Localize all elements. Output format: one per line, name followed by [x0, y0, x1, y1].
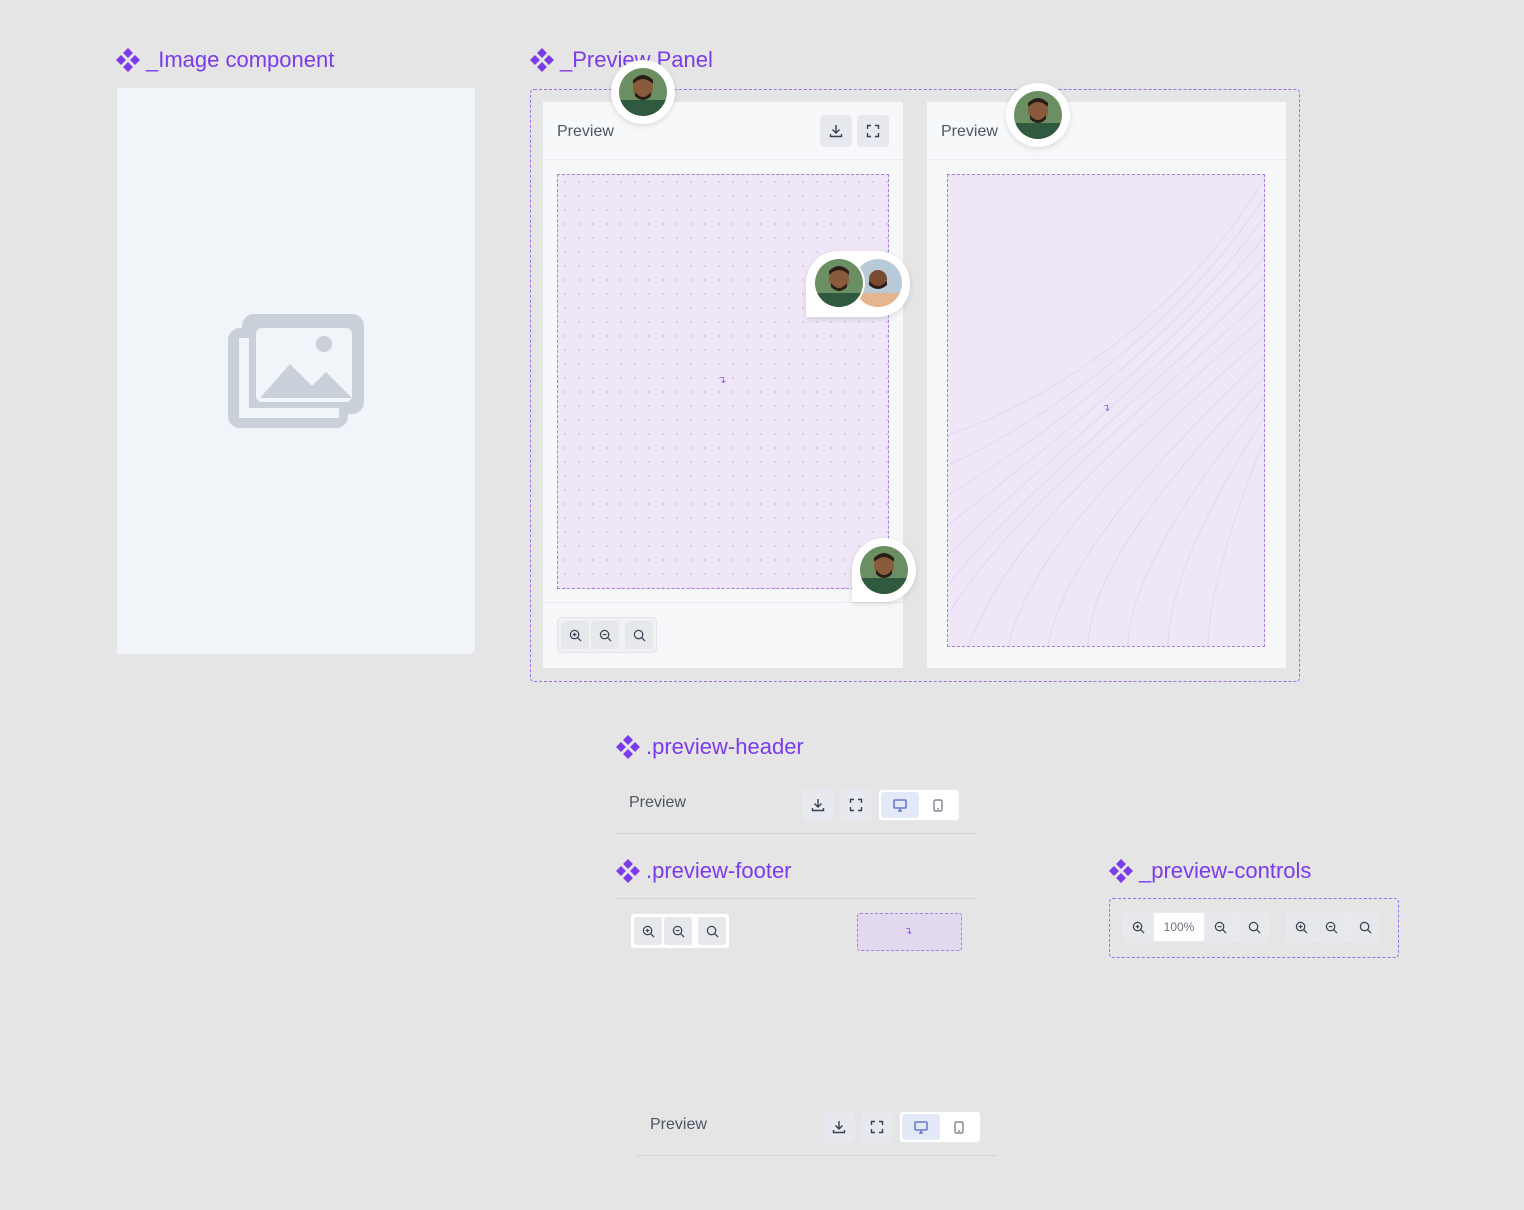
zoom-controls	[557, 617, 657, 653]
zoom-in-button[interactable]	[634, 917, 662, 945]
mobile-icon	[954, 1120, 964, 1134]
preview-header: Preview	[927, 102, 1286, 160]
download-icon	[832, 1121, 846, 1134]
avatar-photos	[813, 257, 902, 309]
image-icon	[228, 314, 364, 428]
download-button[interactable]	[802, 789, 834, 821]
zoom-controls	[630, 913, 730, 949]
preview-footer-component: ↴	[616, 898, 976, 951]
zoom-controls-with-value: 100%	[1123, 912, 1269, 942]
component-icon	[1109, 859, 1133, 883]
preview-label: Preview	[557, 123, 614, 140]
preview-label: Preview	[629, 794, 686, 811]
desktop-icon	[914, 1120, 928, 1134]
avatar-photo	[1014, 91, 1062, 139]
slot-mark: ↴	[904, 926, 913, 937]
zoom-reset-button[interactable]	[1351, 913, 1379, 941]
download-button[interactable]	[820, 115, 852, 147]
zoom-out-button[interactable]	[664, 917, 692, 945]
fullscreen-icon	[849, 798, 863, 812]
collaborator-avatar[interactable]	[611, 60, 675, 124]
zoom-controls	[1286, 912, 1380, 942]
collaborator-avatar[interactable]	[852, 538, 916, 602]
desktop-view-button[interactable]	[902, 1114, 940, 1140]
avatar-photo	[860, 546, 908, 594]
collaborator-avatar-group[interactable]	[806, 251, 910, 317]
zoom-reset-button[interactable]	[1240, 913, 1268, 941]
preview-label: Preview	[941, 123, 998, 140]
zoom-out-icon	[599, 629, 611, 641]
zoom-in-icon	[642, 925, 654, 937]
download-icon	[829, 125, 843, 138]
preview-canvas[interactable]: ↴	[947, 174, 1265, 647]
preview-header-component: Preview	[616, 788, 976, 834]
zoom-out-button[interactable]	[1317, 913, 1345, 941]
device-toggle	[899, 1111, 981, 1143]
zoom-out-icon	[672, 925, 684, 937]
device-toggle	[878, 789, 960, 821]
zoom-out-button[interactable]	[591, 621, 619, 649]
preview-panel-right: Preview ↴	[927, 102, 1286, 668]
preview-header-instance: Preview	[637, 1110, 997, 1156]
fullscreen-icon	[866, 124, 880, 138]
preview-label: Preview	[650, 1116, 707, 1133]
zoom-in-icon	[569, 629, 581, 641]
download-button[interactable]	[823, 1111, 855, 1143]
mobile-view-button[interactable]	[940, 1114, 978, 1140]
zoom-out-button[interactable]	[1206, 913, 1234, 941]
preview-header-title: .preview-header	[616, 734, 804, 760]
zoom-in-button[interactable]	[1287, 913, 1315, 941]
canvas-center-mark: ↴	[1102, 403, 1111, 414]
preview-canvas[interactable]: ↴	[557, 174, 889, 589]
zoom-reset-icon	[706, 925, 718, 937]
fullscreen-button[interactable]	[840, 789, 872, 821]
zoom-reset-icon	[1248, 921, 1260, 933]
preview-panel-left: Preview ↴	[543, 102, 903, 668]
canvas-center-mark: ↴	[718, 375, 727, 386]
zoom-reset-button[interactable]	[698, 917, 726, 945]
download-icon	[811, 799, 825, 812]
zoom-out-icon	[1214, 921, 1226, 933]
zoom-in-button[interactable]	[1124, 913, 1152, 941]
desktop-icon	[893, 798, 907, 812]
zoom-level-input[interactable]: 100%	[1154, 913, 1204, 941]
zoom-in-button[interactable]	[561, 621, 589, 649]
mobile-view-button[interactable]	[919, 792, 957, 818]
preview-controls-title: _preview-controls	[1109, 858, 1311, 884]
zoom-reset-icon	[633, 629, 645, 641]
component-icon	[530, 48, 554, 72]
preview-header: Preview	[543, 102, 903, 160]
image-component-title: _Image component	[116, 47, 334, 73]
zoom-out-icon	[1325, 921, 1337, 933]
image-placeholder	[117, 88, 475, 654]
zoom-in-icon	[1132, 921, 1144, 933]
zoom-reset-button[interactable]	[625, 621, 653, 649]
fullscreen-button[interactable]	[861, 1111, 893, 1143]
zoom-in-icon	[1295, 921, 1307, 933]
footer-slot-placeholder: ↴	[857, 913, 962, 951]
component-icon	[616, 735, 640, 759]
avatar-photo	[619, 68, 667, 116]
component-icon	[616, 859, 640, 883]
zoom-reset-icon	[1359, 921, 1371, 933]
preview-footer-title: .preview-footer	[616, 858, 792, 884]
desktop-view-button[interactable]	[881, 792, 919, 818]
component-icon	[116, 48, 140, 72]
mobile-icon	[933, 798, 943, 812]
fullscreen-icon	[870, 1120, 884, 1134]
fullscreen-button[interactable]	[857, 115, 889, 147]
preview-controls-component: 100%	[1109, 898, 1399, 958]
collaborator-avatar[interactable]	[1006, 83, 1070, 147]
preview-footer	[543, 602, 903, 668]
